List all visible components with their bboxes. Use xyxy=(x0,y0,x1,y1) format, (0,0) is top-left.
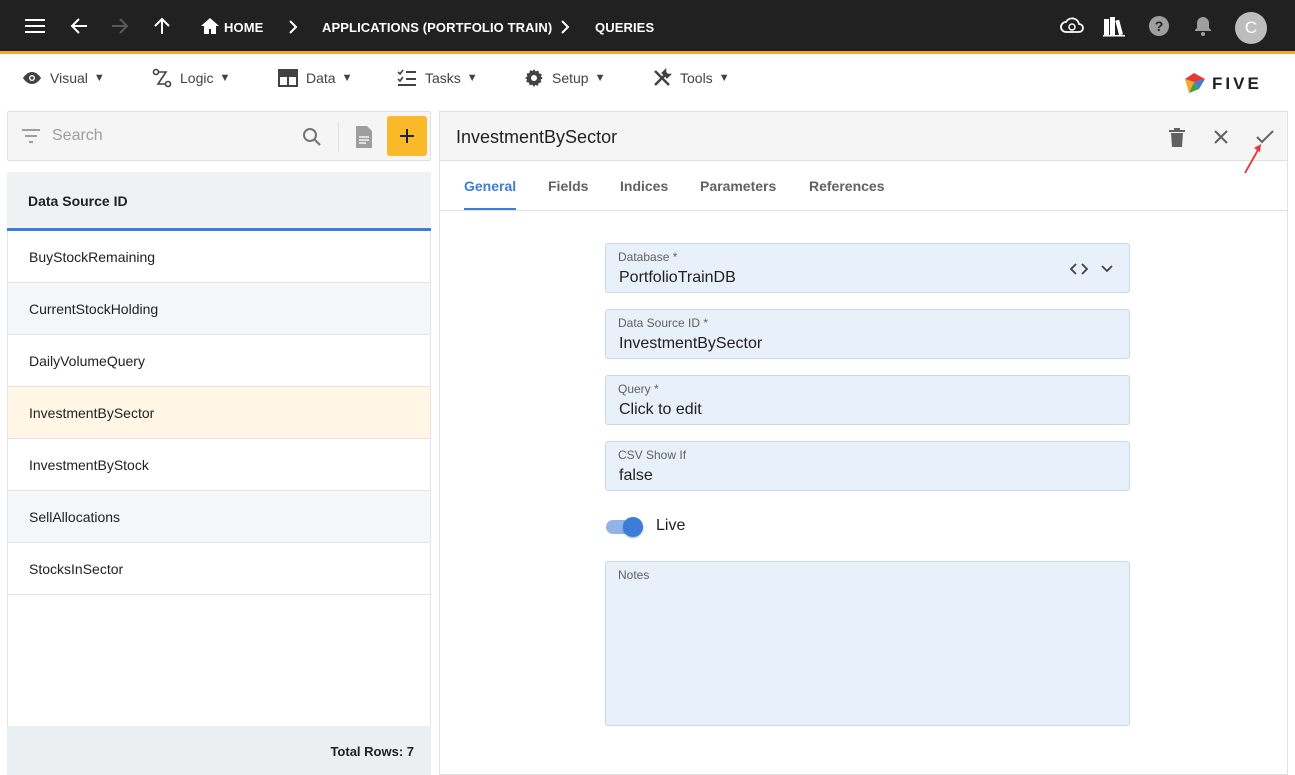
svg-text:?: ? xyxy=(1155,18,1164,34)
list-item[interactable]: CurrentStockHolding xyxy=(7,283,431,335)
five-logo: FIVE xyxy=(1182,70,1272,98)
database-value: PortfolioTrainDB xyxy=(619,269,736,286)
csv-show-if-field[interactable]: CSV Show If false xyxy=(605,441,1130,491)
help-icon[interactable]: ? xyxy=(1147,14,1171,38)
data-source-id-label: Data Source ID * xyxy=(618,316,709,330)
list-footer: Total Rows: 7 xyxy=(7,726,431,775)
database-select[interactable]: Database * PortfolioTrainDB xyxy=(605,243,1130,293)
breadcrumb-applications[interactable]: APPLICATIONS (PORTFOLIO TRAIN) xyxy=(322,20,552,35)
tab-parameters[interactable]: Parameters xyxy=(700,178,776,194)
list-item[interactable]: InvestmentByStock xyxy=(7,439,431,491)
menu-bar: Visual ▼ Logic ▼ Data ▼ Tasks ▼ Setup ▼ … xyxy=(0,57,1295,107)
dropdown-caret-icon: ▼ xyxy=(93,72,105,84)
csv-show-if-value: false xyxy=(619,467,653,484)
menu-setup[interactable]: Setup ▼ xyxy=(524,63,605,93)
menu-visual[interactable]: Visual ▼ xyxy=(22,63,105,93)
query-label: Query * xyxy=(618,382,659,396)
list-item[interactable]: StocksInSector xyxy=(7,543,431,595)
chevron-right-icon xyxy=(561,20,570,34)
dropdown-caret-icon: ▼ xyxy=(341,72,353,84)
form-title: InvestmentBySector xyxy=(456,127,618,147)
filter-icon[interactable] xyxy=(22,129,40,143)
data-source-id-field[interactable]: Data Source ID * InvestmentBySector xyxy=(605,309,1130,359)
column-header-label: Data Source ID xyxy=(28,193,128,209)
five-logo-text: FIVE xyxy=(1212,74,1262,93)
close-icon[interactable] xyxy=(1209,125,1233,149)
dropdown-caret-icon: ▼ xyxy=(594,72,606,84)
tab-general[interactable]: General xyxy=(464,178,516,194)
menu-tasks[interactable]: Tasks ▼ xyxy=(397,63,478,93)
detail-form-panel: InvestmentBySector General Fields Indice… xyxy=(439,111,1288,775)
tab-fields[interactable]: Fields xyxy=(548,178,588,194)
delete-icon[interactable] xyxy=(1165,125,1189,149)
query-value: Click to edit xyxy=(619,401,702,418)
forward-arrow-icon[interactable] xyxy=(108,14,132,38)
data-source-id-value: InvestmentBySector xyxy=(619,335,763,352)
csv-show-if-label: CSV Show If xyxy=(618,448,687,462)
top-app-bar: HOME APPLICATIONS (PORTFOLIO TRAIN) QUER… xyxy=(0,0,1295,54)
search-bar: Search xyxy=(7,111,431,161)
list-empty-space xyxy=(7,595,431,726)
query-field[interactable]: Query * Click to edit xyxy=(605,375,1130,425)
form-tabs: General Fields Indices Parameters Refere… xyxy=(440,162,1287,211)
cloud-sync-icon[interactable] xyxy=(1060,14,1084,38)
user-avatar[interactable]: C xyxy=(1235,12,1267,44)
back-arrow-icon[interactable] xyxy=(67,14,91,38)
breadcrumb-home[interactable]: HOME xyxy=(224,20,263,35)
dropdown-caret-icon: ▼ xyxy=(718,72,730,84)
tools-icon xyxy=(654,68,672,86)
data-source-list: BuyStockRemaining CurrentStockHolding Da… xyxy=(7,231,431,595)
data-source-list-panel: Search Data Source ID BuyStockRemaining … xyxy=(7,111,431,775)
notifications-bell-icon[interactable] xyxy=(1191,14,1215,38)
active-tab-indicator xyxy=(464,208,516,210)
tab-indices[interactable]: Indices xyxy=(620,178,668,194)
menu-data[interactable]: Data ▼ xyxy=(278,63,352,93)
up-arrow-icon[interactable] xyxy=(150,14,174,38)
column-header[interactable]: Data Source ID xyxy=(7,172,431,231)
menu-visual-label: Visual xyxy=(50,70,88,86)
search-icon[interactable] xyxy=(302,127,322,147)
hamburger-menu-icon[interactable] xyxy=(23,14,47,38)
menu-setup-label: Setup xyxy=(552,70,589,86)
form-header: InvestmentBySector xyxy=(440,112,1287,161)
list-item-selected[interactable]: InvestmentBySector xyxy=(7,387,431,439)
five-logo-mark-icon xyxy=(1185,73,1205,93)
breadcrumb-queries[interactable]: QUERIES xyxy=(595,20,654,35)
plus-icon xyxy=(400,129,414,143)
home-icon[interactable] xyxy=(198,14,222,38)
menu-tools-label: Tools xyxy=(680,70,713,86)
chevron-down-icon[interactable] xyxy=(1100,262,1114,276)
menu-logic[interactable]: Logic ▼ xyxy=(152,63,230,93)
menu-data-label: Data xyxy=(306,70,336,86)
notes-label: Notes xyxy=(618,568,650,582)
eye-icon xyxy=(23,72,41,84)
dropdown-caret-icon: ▼ xyxy=(466,72,478,84)
live-toggle[interactable] xyxy=(606,517,644,537)
search-input[interactable]: Search xyxy=(52,127,103,145)
total-rows: Total Rows: 7 xyxy=(330,744,414,759)
menu-logic-label: Logic xyxy=(180,70,214,86)
list-item[interactable]: DailyVolumeQuery xyxy=(7,335,431,387)
document-icon[interactable] xyxy=(354,125,374,149)
tasks-icon xyxy=(397,69,416,86)
live-label: Live xyxy=(656,517,686,534)
list-item[interactable]: BuyStockRemaining xyxy=(7,231,431,283)
notes-textarea[interactable]: Notes xyxy=(605,561,1130,726)
table-icon xyxy=(278,69,298,87)
annotation-arrow-icon xyxy=(1244,144,1261,174)
search-divider xyxy=(338,122,339,152)
tab-references[interactable]: References xyxy=(809,178,885,194)
live-toggle-knob xyxy=(623,517,643,537)
gear-icon xyxy=(525,69,543,87)
chevron-right-icon xyxy=(289,20,298,34)
menu-tools[interactable]: Tools ▼ xyxy=(652,63,730,93)
database-label: Database * xyxy=(618,250,678,264)
menu-tasks-label: Tasks xyxy=(425,70,461,86)
logic-icon xyxy=(152,68,172,88)
list-item[interactable]: SellAllocations xyxy=(7,491,431,543)
code-icon[interactable] xyxy=(1070,262,1088,276)
dropdown-caret-icon: ▼ xyxy=(219,72,231,84)
library-books-icon[interactable] xyxy=(1102,14,1126,38)
add-button[interactable] xyxy=(387,116,427,156)
